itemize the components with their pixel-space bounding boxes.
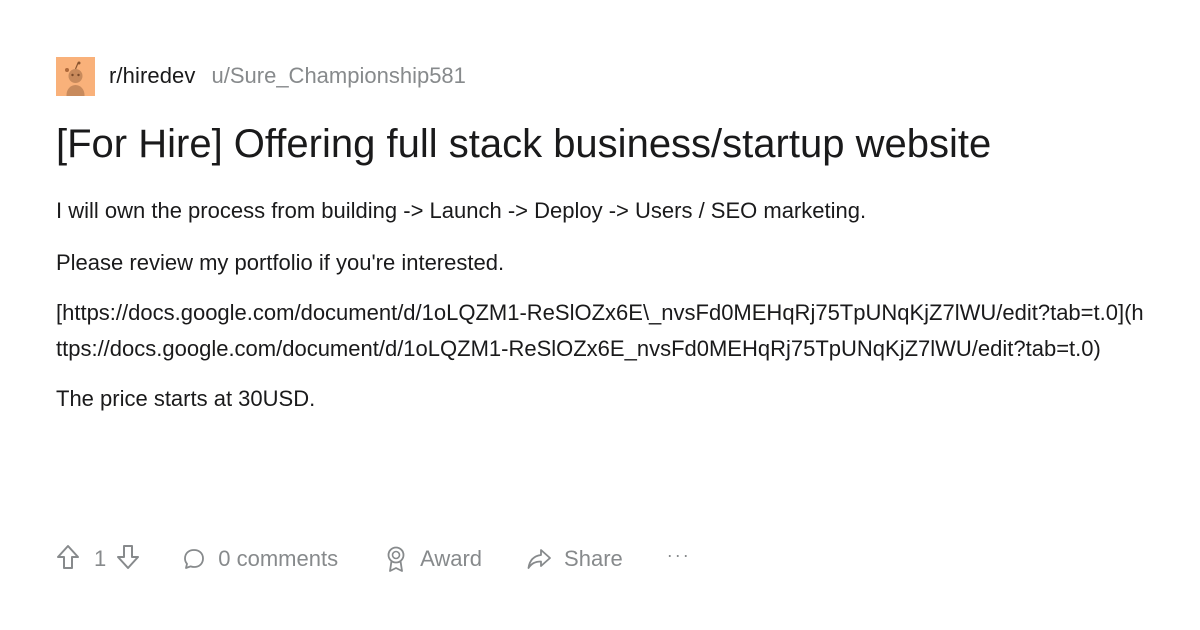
subreddit-avatar[interactable] xyxy=(56,56,95,96)
upvote-icon[interactable] xyxy=(56,544,80,575)
post-card: r/hiredev u/Sure_Championship581 [For Hi… xyxy=(0,0,1200,630)
portfolio-link[interactable]: [https://docs.google.com/document/d/1oLQ… xyxy=(56,295,1146,367)
subreddit-name[interactable]: r/hiredev xyxy=(109,63,196,89)
body-paragraph: The price starts at 30USD. xyxy=(56,386,316,411)
share-button[interactable]: Share xyxy=(526,546,623,572)
action-bar: 1 0 comments Award Share ··· xyxy=(56,541,691,577)
share-arrow-icon xyxy=(526,547,552,571)
award-ribbon-icon xyxy=(384,545,408,573)
downvote-icon[interactable] xyxy=(116,544,140,575)
vote-controls: 1 xyxy=(56,544,140,575)
post-title[interactable]: [For Hire] Offering full stack business/… xyxy=(56,118,1156,170)
body-paragraph: I will own the process from building -> … xyxy=(56,198,867,223)
author-name[interactable]: u/Sure_Championship581 xyxy=(212,63,466,89)
award-label: Award xyxy=(420,546,483,571)
award-button[interactable]: Award xyxy=(384,545,482,573)
snoo-icon xyxy=(56,56,95,96)
body-paragraph: Please review my portfolio if you're int… xyxy=(56,250,505,275)
post-header: r/hiredev u/Sure_Championship581 xyxy=(56,56,466,96)
share-label: Share xyxy=(564,546,623,571)
vote-count: 1 xyxy=(94,546,107,571)
more-options-button[interactable]: ··· xyxy=(667,545,691,566)
post-body: I will own the process from building -> … xyxy=(56,196,1146,436)
comments-label: 0 comments xyxy=(218,546,339,571)
comments-button[interactable]: 0 comments xyxy=(182,546,338,572)
speech-bubble-icon xyxy=(182,547,206,571)
